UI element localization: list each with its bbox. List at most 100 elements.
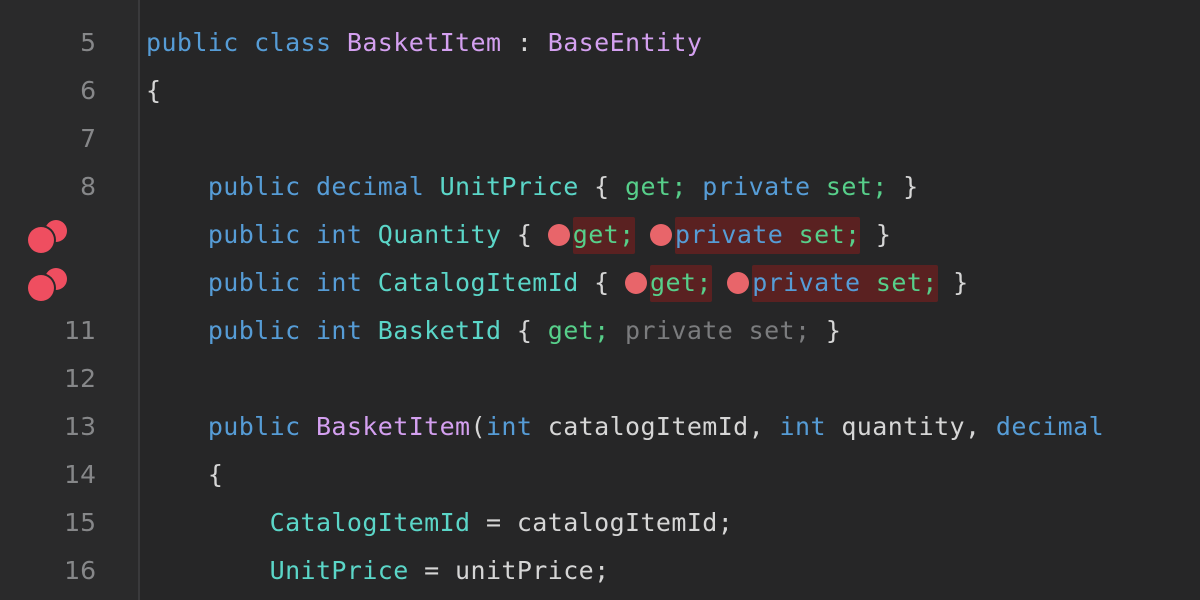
code-token: { (501, 316, 548, 345)
code-token: get; (650, 265, 712, 302)
gutter-mutation-marker-row[interactable] (0, 259, 138, 307)
code-token: : (501, 28, 548, 57)
code-token: public (146, 28, 239, 57)
line-number-text: 5 (80, 28, 96, 57)
gutter-line-number: 5 (0, 19, 138, 67)
code-token: BasketItem (346, 28, 502, 57)
mutation-survived-icon[interactable] (28, 268, 74, 301)
code-token: { (578, 268, 626, 297)
gutter-line-number: 15 (0, 499, 138, 547)
code-token: UnitPrice (439, 172, 579, 201)
mutation-dot-front (28, 275, 54, 301)
code-token: int (315, 220, 363, 249)
code-token: BasketId (377, 316, 502, 345)
mutation-dot-front (28, 227, 54, 253)
code-token: int (315, 316, 363, 345)
code-token: private (752, 268, 876, 297)
code-line[interactable]: public decimal UnitPrice { get; private … (140, 163, 1200, 211)
mutation-survived-icon[interactable] (28, 220, 74, 253)
editor-code-area[interactable]: public class BasketItem : BaseEntity { pu… (140, 0, 1200, 600)
code-line[interactable]: public class BasketItem : BaseEntity (140, 19, 1200, 67)
code-token: class (254, 28, 332, 57)
gutter-line-number: 4 (0, 0, 138, 19)
code-line[interactable]: CatalogItemId = catalogItemId; (140, 499, 1200, 547)
code-line[interactable] (140, 115, 1200, 163)
code-token: CatalogItemId (377, 268, 579, 297)
code-line[interactable]: UnitPrice = unitPrice; (140, 547, 1200, 595)
gutter-line-number: 7 (0, 115, 138, 163)
line-number-text: 7 (80, 124, 96, 153)
code-token: BaseEntity (547, 28, 703, 57)
gutter-line-number: 12 (0, 355, 138, 403)
line-number-text: 15 (64, 508, 96, 537)
line-number-text: 13 (64, 412, 96, 441)
code-token: UnitPrice (269, 556, 409, 585)
code-token: public (207, 412, 301, 441)
code-token: CatalogItemId (269, 508, 471, 537)
line-number-text: 12 (64, 364, 96, 393)
inline-mutation-dot-icon[interactable] (625, 272, 648, 294)
line-number-text: 6 (80, 76, 96, 105)
gutter-mutation-marker-row[interactable] (0, 211, 138, 259)
gutter-line-number: 13 (0, 403, 138, 451)
code-token: catalogItemId, (532, 412, 780, 441)
code-token: } (937, 268, 969, 297)
code-token: public (207, 172, 301, 201)
code-token: public (207, 268, 301, 297)
code-token: { (146, 76, 162, 105)
code-line[interactable] (140, 0, 1200, 19)
code-line[interactable]: public BasketItem(int catalogItemId, int… (140, 403, 1200, 451)
code-token: { (207, 460, 224, 489)
code-token: public (207, 316, 301, 345)
code-token: } (887, 172, 919, 201)
code-token: } (810, 316, 842, 345)
inline-mutation-dot-icon[interactable] (650, 224, 673, 246)
code-editor: 4 5 6 7 8 11 12 13 14 15 16 public class BasketIte… (0, 0, 1200, 600)
line-number-text: 14 (64, 460, 96, 489)
editor-gutter[interactable]: 4 5 6 7 8 11 12 13 14 15 16 (0, 0, 138, 600)
code-token: set; (798, 220, 861, 249)
code-line[interactable]: public int BasketId { get; private set; … (140, 307, 1200, 355)
code-token: get; (625, 172, 687, 201)
code-line[interactable] (140, 355, 1200, 403)
code-token: ( (470, 412, 486, 441)
code-token: } (860, 220, 892, 249)
code-line[interactable]: { (140, 67, 1200, 115)
code-line[interactable]: { (140, 451, 1200, 499)
inline-mutation-dot-icon[interactable] (547, 224, 570, 246)
code-token: private set; (625, 316, 811, 345)
code-token: int (485, 412, 533, 441)
code-token-private-set: private set; (675, 217, 861, 254)
inline-mutation-dot-icon[interactable] (727, 272, 750, 294)
code-token: public (207, 220, 301, 249)
code-token: int (315, 268, 363, 297)
code-token: { (501, 220, 548, 249)
code-token: set; (825, 172, 888, 201)
gutter-line-number: 14 (0, 451, 138, 499)
code-line[interactable]: public int CatalogItemId { get; private … (140, 259, 1200, 307)
code-line[interactable]: public int Quantity { get; private set; … (140, 211, 1200, 259)
code-token: private (675, 220, 799, 249)
code-token: decimal (315, 172, 425, 201)
code-token: Quantity (377, 220, 502, 249)
